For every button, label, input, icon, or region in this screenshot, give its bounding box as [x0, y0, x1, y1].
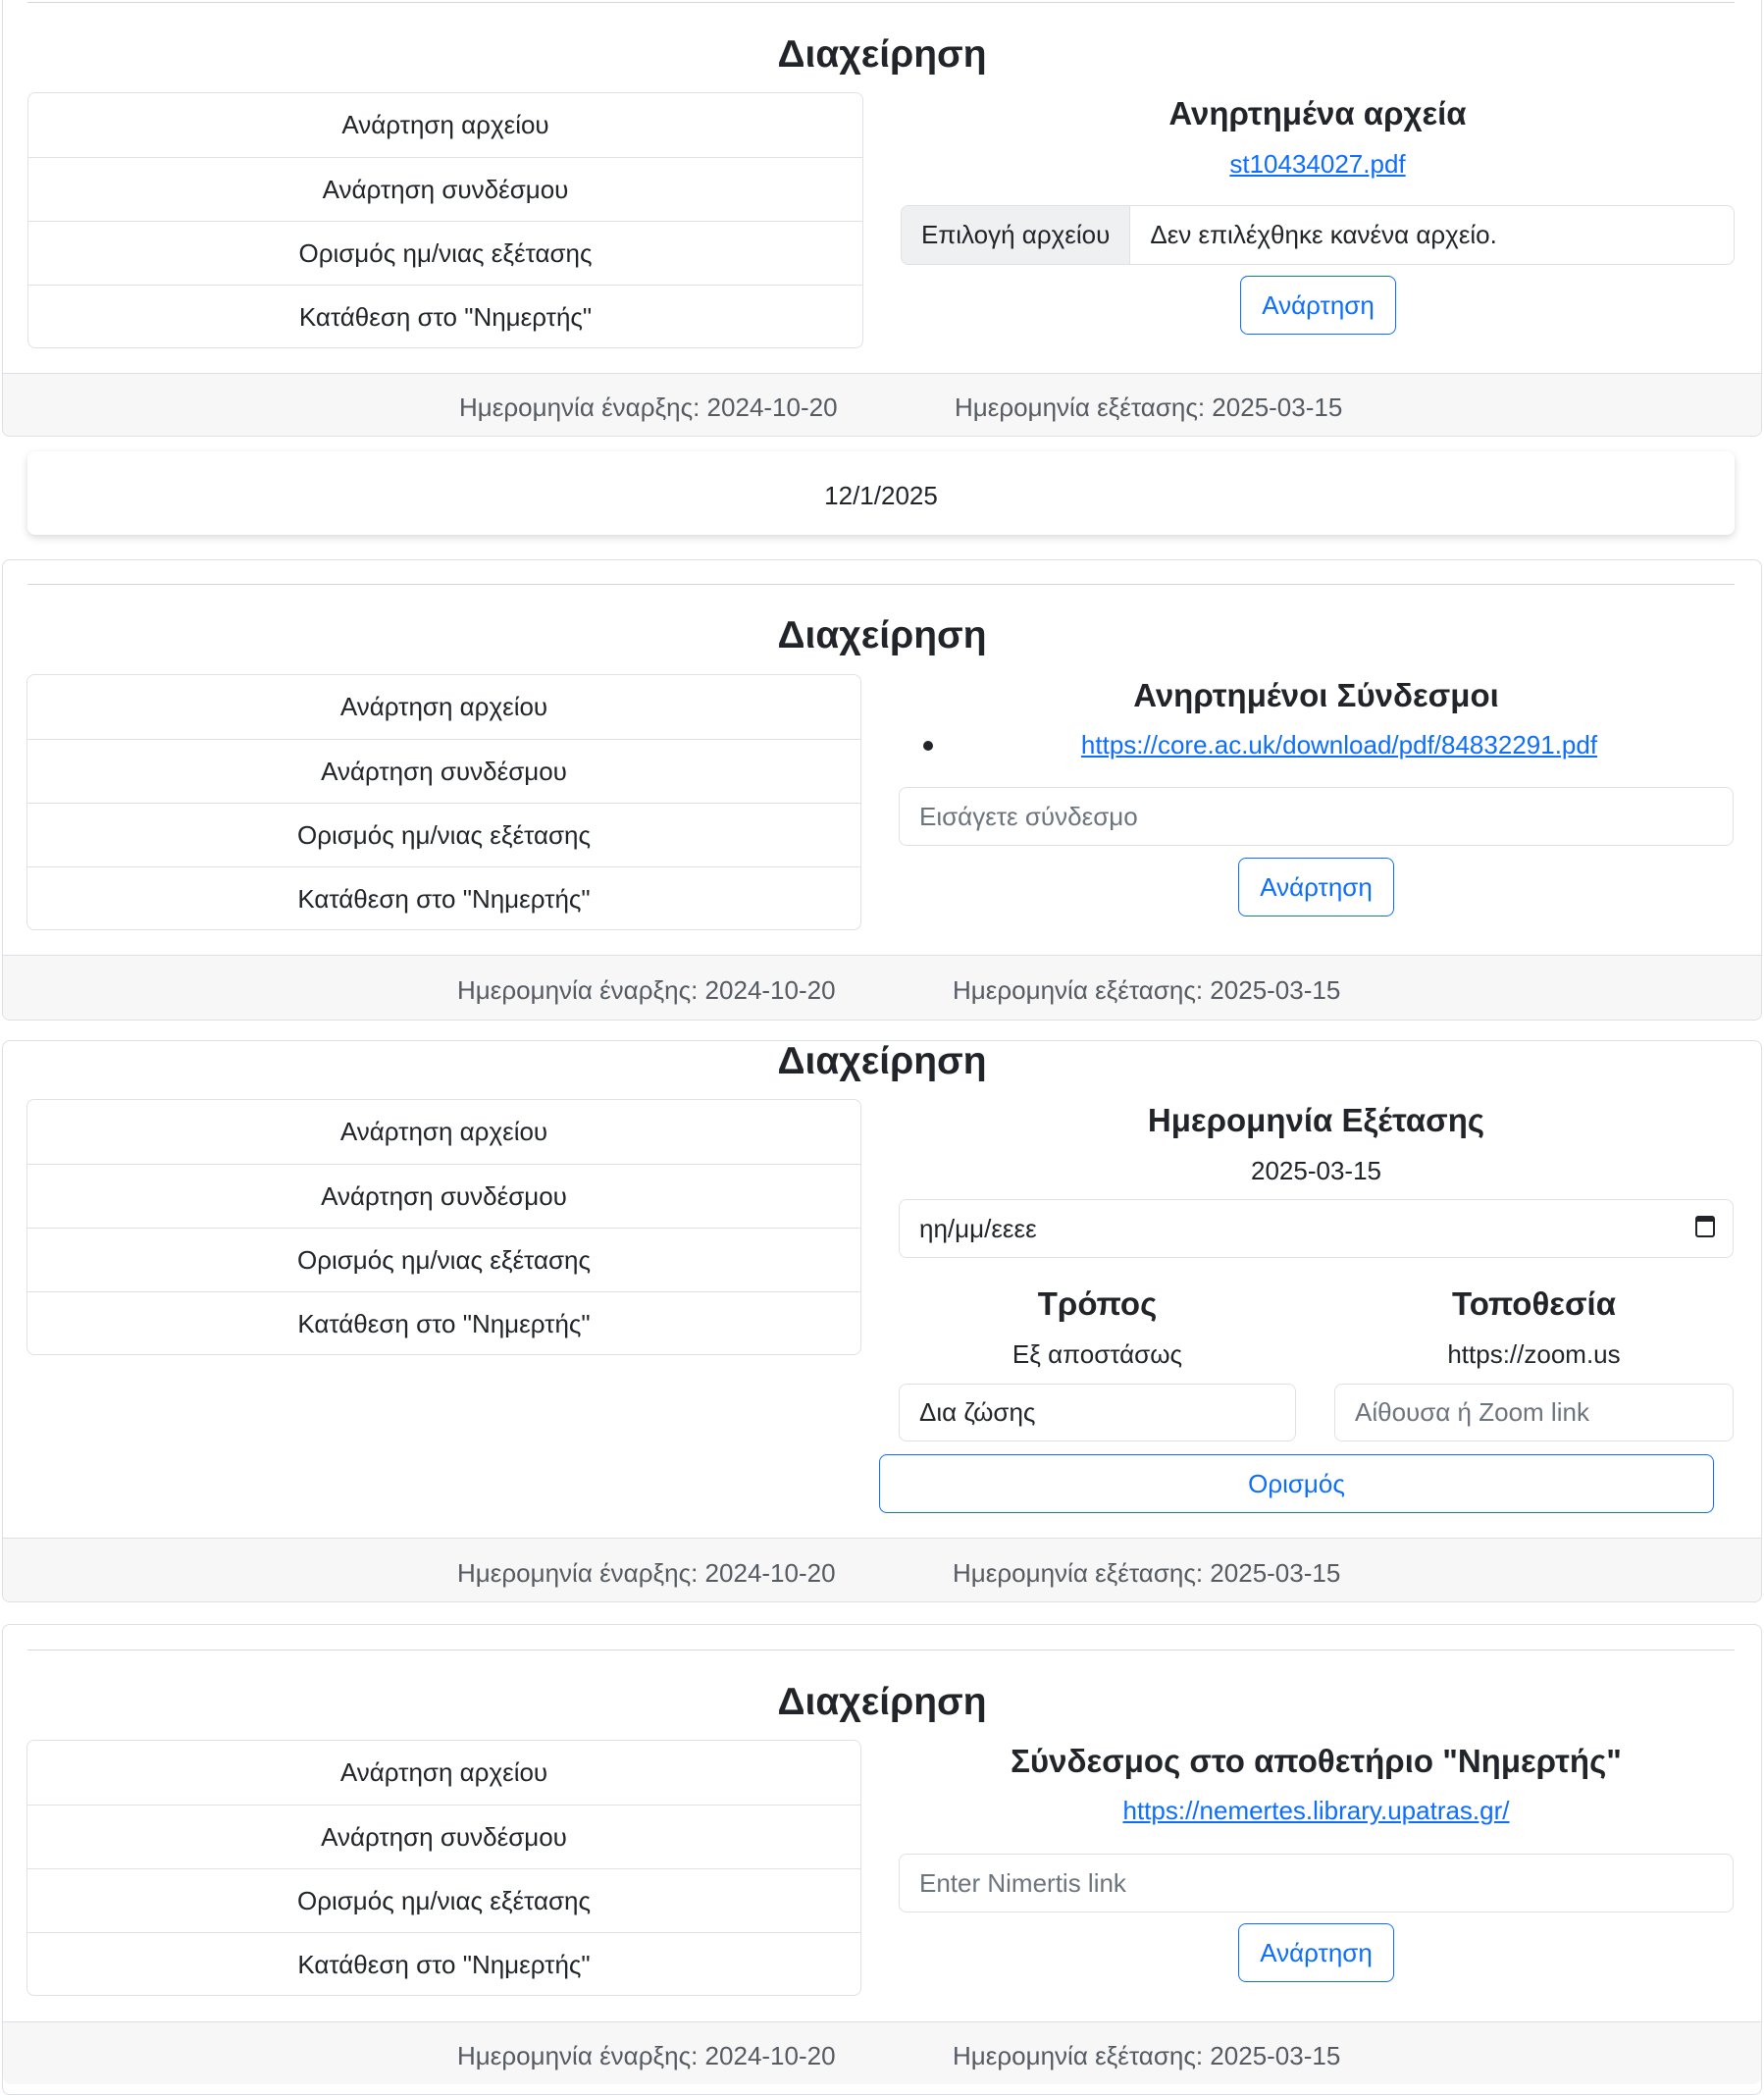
- upload-link-button[interactable]: Ανάρτηση: [1238, 858, 1394, 917]
- menu-item-upload-link[interactable]: Ανάρτηση συνδέσμου: [27, 739, 860, 803]
- menu-item-nemertes[interactable]: Κατάθεση στο "Νημερτής": [27, 1932, 860, 1995]
- date-card: 12/1/2025: [27, 451, 1735, 535]
- menu-item-set-exam-date[interactable]: Ορισμός ημ/νιας εξέτασης: [27, 1228, 860, 1291]
- card-footer: Ημερομηνία έναρξης: 2024-10-20 Ημερομηνί…: [3, 1538, 1761, 1601]
- menu-item-upload-link[interactable]: Ανάρτηση συνδέσμου: [27, 1805, 860, 1868]
- admin-menu: Ανάρτηση αρχείου Ανάρτηση συνδέσμου Ορισ…: [26, 1099, 861, 1355]
- start-date-text: Ημερομηνία έναρξης: 2024-10-20: [457, 2041, 836, 2070]
- menu-item-upload-file[interactable]: Ανάρτηση αρχείου: [28, 93, 862, 157]
- upload-nemertes-button[interactable]: Ανάρτηση: [1238, 1923, 1394, 1982]
- calendar-icon[interactable]: [1695, 1216, 1715, 1237]
- link-input-placeholder: Εισάγετε σύνδεσμο: [919, 801, 1138, 831]
- link-input[interactable]: Εισάγετε σύνδεσμο: [899, 787, 1734, 846]
- page-title: Διαχείρηση: [777, 614, 987, 656]
- file-status-text: Δεν επιλέχθηκε κανένα αρχείο.: [1150, 220, 1497, 249]
- exam-date-text: Ημερομηνία εξέτασης: 2025-03-15: [955, 393, 1343, 422]
- card-footer: Ημερομηνία έναρξης: 2024-10-20 Ημερομηνί…: [3, 2021, 1761, 2084]
- menu-item-set-exam-date[interactable]: Ορισμός ημ/νιας εξέτασης: [27, 803, 860, 866]
- divider: [27, 2, 1735, 3]
- card-footer: Ημερομηνία έναρξης: 2024-10-20 Ημερομηνί…: [3, 373, 1761, 436]
- page-title: Διαχείρηση: [777, 1681, 987, 1723]
- mode-select[interactable]: Δια ζώσης: [899, 1384, 1296, 1441]
- start-date-text: Ημερομηνία έναρξης: 2024-10-20: [457, 975, 836, 1005]
- uploaded-link[interactable]: https://core.ac.uk/download/pdf/84832291…: [942, 732, 1737, 758]
- location-input[interactable]: Αίθουσα ή Zoom link: [1334, 1384, 1734, 1441]
- admin-menu: Ανάρτηση αρχείου Ανάρτηση συνδέσμου Ορισ…: [26, 1740, 861, 1996]
- exam-date-text: Ημερομηνία εξέτασης: 2025-03-15: [953, 975, 1341, 1005]
- mode-heading: Τρόπος: [1037, 1285, 1158, 1322]
- date-input-placeholder: ηη/μμ/εεεε: [919, 1213, 1037, 1243]
- mode-value: Εξ αποστάσως: [1012, 1339, 1183, 1369]
- file-input[interactable]: Επιλογή αρχείου Δεν επιλέχθηκε κανένα αρ…: [901, 205, 1735, 265]
- nemertes-input-placeholder: Enter Nimertis link: [919, 1867, 1126, 1898]
- menu-item-nemertes[interactable]: Κατάθεση στο "Νημερτής": [27, 1291, 860, 1354]
- choose-file-button[interactable]: Επιλογή αρχείου: [902, 206, 1131, 264]
- mode-select-value: Δια ζώσης: [919, 1397, 1036, 1427]
- divider: [27, 584, 1735, 585]
- menu-item-upload-link[interactable]: Ανάρτηση συνδέσμου: [27, 1164, 860, 1228]
- uploaded-links-heading: Ανηρτημένοι Σύνδεσμοι: [1133, 677, 1499, 713]
- menu-item-set-exam-date[interactable]: Ορισμός ημ/νιας εξέτασης: [27, 1868, 860, 1932]
- card-footer: Ημερομηνία έναρξης: 2024-10-20 Ημερομηνί…: [3, 955, 1761, 1020]
- start-date-text: Ημερομηνία έναρξης: 2024-10-20: [459, 393, 838, 422]
- current-exam-date: 2025-03-15: [1251, 1156, 1381, 1185]
- nemertes-link-input[interactable]: Enter Nimertis link: [899, 1854, 1734, 1912]
- menu-item-upload-link[interactable]: Ανάρτηση συνδέσμου: [28, 157, 862, 221]
- nemertes-heading: Σύνδεσμος στο αποθετήριο "Νημερτής": [1011, 1743, 1622, 1779]
- admin-menu: Ανάρτηση αρχείου Ανάρτηση συνδέσμου Ορισ…: [26, 674, 861, 930]
- exam-date-heading: Ημερομηνία Εξέτασης: [1147, 1102, 1485, 1138]
- uploaded-file-link[interactable]: st10434027.pdf: [901, 151, 1735, 177]
- date-text: 12/1/2025: [824, 481, 938, 510]
- menu-item-nemertes[interactable]: Κατάθεση στο "Νημερτής": [28, 285, 862, 347]
- uploaded-files-heading: Ανηρτημένα αρχεία: [1168, 95, 1467, 131]
- menu-item-nemertes[interactable]: Κατάθεση στο "Νημερτής": [27, 866, 860, 929]
- exam-date-text: Ημερομηνία εξέτασης: 2025-03-15: [953, 2041, 1341, 2070]
- admin-menu: Ανάρτηση αρχείου Ανάρτηση συνδέσμου Ορισ…: [27, 92, 863, 348]
- start-date-text: Ημερομηνία έναρξης: 2024-10-20: [457, 1558, 836, 1588]
- set-exam-button[interactable]: Ορισμός: [879, 1454, 1714, 1513]
- nemertes-link[interactable]: https://nemertes.library.upatras.gr/: [899, 1798, 1734, 1823]
- page-title: Διαχείρηση: [777, 1040, 987, 1082]
- page-title: Διαχείρηση: [777, 33, 987, 76]
- menu-item-upload-file[interactable]: Ανάρτηση αρχείου: [27, 1100, 860, 1164]
- exam-date-input[interactable]: ηη/μμ/εεεε: [899, 1199, 1734, 1258]
- exam-date-text: Ημερομηνία εξέτασης: 2025-03-15: [953, 1558, 1341, 1588]
- location-heading: Τοποθεσία: [1452, 1285, 1616, 1322]
- upload-file-button[interactable]: Ανάρτηση: [1240, 276, 1396, 335]
- location-value: https://zoom.us: [1447, 1339, 1621, 1369]
- menu-item-upload-file[interactable]: Ανάρτηση αρχείου: [27, 675, 860, 739]
- menu-item-set-exam-date[interactable]: Ορισμός ημ/νιας εξέτασης: [28, 221, 862, 285]
- bullet-icon: [923, 741, 933, 751]
- location-input-placeholder: Αίθουσα ή Zoom link: [1355, 1397, 1589, 1427]
- menu-item-upload-file[interactable]: Ανάρτηση αρχείου: [27, 1741, 860, 1805]
